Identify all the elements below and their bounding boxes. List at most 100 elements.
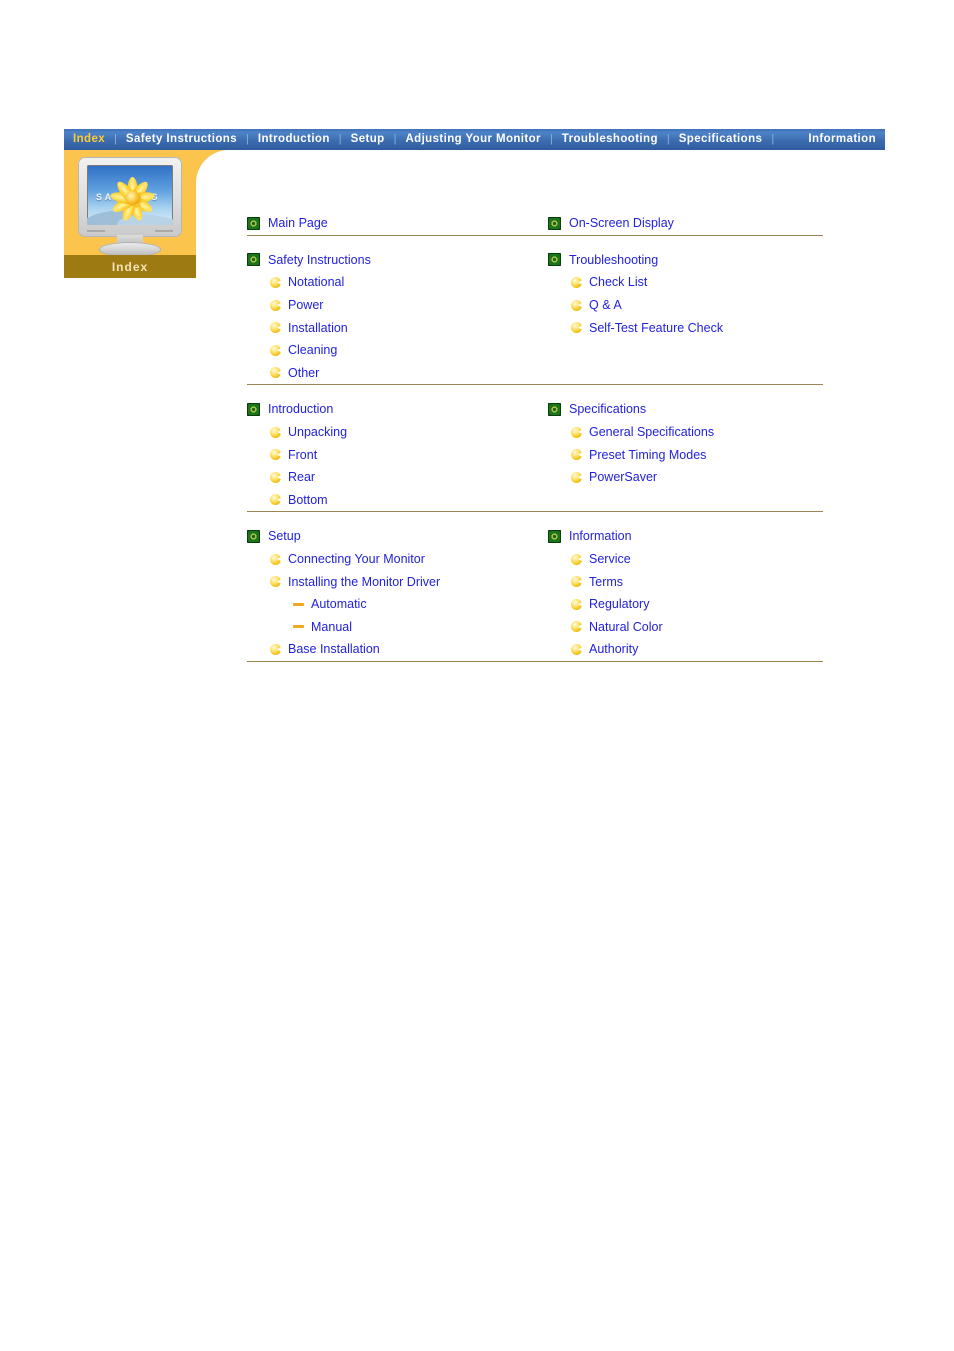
index-link-row[interactable]: Terms [548,570,823,593]
index-link-row[interactable]: Front [247,443,535,466]
nav-item-introduction[interactable]: Introduction [249,129,339,150]
index-link-row[interactable]: Installation [247,316,535,339]
gold-bullet-icon [571,299,582,311]
square-green-icon [247,216,260,230]
index-link-terms[interactable]: Terms [589,575,623,589]
index-link-notational[interactable]: Notational [288,275,344,289]
index-link-row[interactable]: Notational [247,271,535,294]
index-link-row[interactable]: Connecting Your Monitor [247,548,535,571]
index-panel: SAMSUNG Index [64,150,229,278]
index-link-manual[interactable]: Manual [311,620,352,634]
index-link-row[interactable]: Troubleshooting [548,249,823,272]
index-link-service[interactable]: Service [589,552,631,566]
index-link-main-page[interactable]: Main Page [268,216,328,230]
index-link-powersaver[interactable]: PowerSaver [589,470,657,484]
link-column-left: Main Page [247,212,535,235]
index-link-preset-timing-modes[interactable]: Preset Timing Modes [589,448,706,462]
index-link-row[interactable]: Cleaning [247,339,535,362]
index-link-check-list[interactable]: Check List [589,275,647,289]
index-link-row[interactable]: Bottom [247,489,535,512]
nav-item-specifications[interactable]: Specifications [670,129,772,150]
monitor-bezel-left [87,230,105,232]
nav-item-troubleshooting[interactable]: Troubleshooting [553,129,667,150]
index-link-safety-instructions[interactable]: Safety Instructions [268,253,371,267]
index-panel-corner-flare [196,150,229,202]
top-navigation-bar: Index | Safety Instructions | Introduction | S… [64,129,885,150]
link-column-left: Introduction Unpacking Front Rear Bottom [247,398,535,511]
index-link-base-installation[interactable]: Base Installation [288,642,380,656]
square-green-icon [548,402,561,416]
index-link-row[interactable]: Natural Color [548,616,823,639]
index-link-row[interactable]: Service [548,548,823,571]
index-link-q-a[interactable]: Q & A [589,298,622,312]
nav-item-information[interactable]: Information [799,129,885,150]
index-link-authority[interactable]: Authority [589,642,638,656]
index-panel-caption-bar: Index [64,255,196,278]
index-link-row[interactable]: Preset Timing Modes [548,443,823,466]
index-link-troubleshooting[interactable]: Troubleshooting [569,253,658,267]
gold-bullet-icon [571,643,582,655]
gold-bullet-icon [270,426,281,438]
index-link-specifications[interactable]: Specifications [569,402,646,416]
index-link-row[interactable]: Safety Instructions [247,249,535,272]
index-link-row[interactable]: Installing the Monitor Driver [247,570,535,593]
index-link-row[interactable]: Introduction [247,398,535,421]
index-link-introduction[interactable]: Introduction [268,402,333,416]
index-link-row[interactable]: Information [548,525,823,548]
index-link-row[interactable]: Regulatory [548,593,823,616]
nav-item-setup[interactable]: Setup [342,129,394,150]
index-link-installation[interactable]: Installation [288,321,348,335]
link-group: Setup Connecting Your Monitor Installing t… [247,525,823,661]
index-link-bottom[interactable]: Bottom [288,493,328,507]
nav-item-adjusting-your-monitor[interactable]: Adjusting Your Monitor [396,129,550,150]
index-link-general-specifications[interactable]: General Specifications [589,425,714,439]
index-link-row[interactable]: Unpacking [247,421,535,444]
index-link-natural-color[interactable]: Natural Color [589,620,663,634]
index-link-other[interactable]: Other [288,366,319,380]
index-link-row[interactable]: On-Screen Display [548,212,823,235]
index-link-row[interactable]: Setup [247,525,535,548]
gold-bullet-icon [571,598,582,610]
index-link-connecting-your-monitor[interactable]: Connecting Your Monitor [288,552,425,566]
index-link-row[interactable]: Q & A [548,294,823,317]
gold-bullet-icon [571,276,582,288]
index-link-self-test-feature-check[interactable]: Self-Test Feature Check [589,321,723,335]
index-link-row[interactable]: Self-Test Feature Check [548,316,823,339]
index-link-on-screen-display[interactable]: On-Screen Display [569,216,674,230]
index-link-regulatory[interactable]: Regulatory [589,597,649,611]
link-column-right: Troubleshooting Check List Q & A Self-Test … [535,249,823,385]
index-link-power[interactable]: Power [288,298,323,312]
index-link-rear[interactable]: Rear [288,470,315,484]
index-link-row[interactable]: PowerSaver [548,466,823,489]
index-link-setup[interactable]: Setup [268,529,301,543]
gold-bullet-icon [270,276,281,288]
index-link-row[interactable]: Rear [247,466,535,489]
index-link-row[interactable]: Main Page [247,212,535,235]
nav-item-safety-instructions[interactable]: Safety Instructions [117,129,246,150]
index-link-information[interactable]: Information [569,529,632,543]
index-link-row[interactable]: Check List [548,271,823,294]
index-link-front[interactable]: Front [288,448,317,462]
gold-bullet-icon [270,449,281,461]
index-link-unpacking[interactable]: Unpacking [288,425,347,439]
gold-bullet-icon [571,553,582,565]
index-link-row[interactable]: Base Installation [247,638,535,661]
index-link-row[interactable]: Authority [548,638,823,661]
index-link-groups: Main Page On-Screen Display Safety Instruc… [247,212,823,675]
index-link-row[interactable]: Specifications [548,398,823,421]
gold-bullet-icon [270,344,281,356]
index-link-cleaning[interactable]: Cleaning [288,343,337,357]
index-link-row[interactable]: General Specifications [548,421,823,444]
index-link-row[interactable]: Power [247,294,535,317]
index-link-automatic[interactable]: Automatic [311,597,367,611]
square-green-icon [548,529,561,543]
index-link-row[interactable]: Other [247,362,535,385]
index-link-installing-the-monitor-driver[interactable]: Installing the Monitor Driver [288,575,440,589]
nav-separator: | [771,133,775,145]
index-link-row[interactable]: Automatic [247,593,535,616]
nav-item-index[interactable]: Index [64,129,114,150]
index-link-row[interactable]: Manual [247,616,535,639]
gold-bullet-icon [270,494,281,506]
